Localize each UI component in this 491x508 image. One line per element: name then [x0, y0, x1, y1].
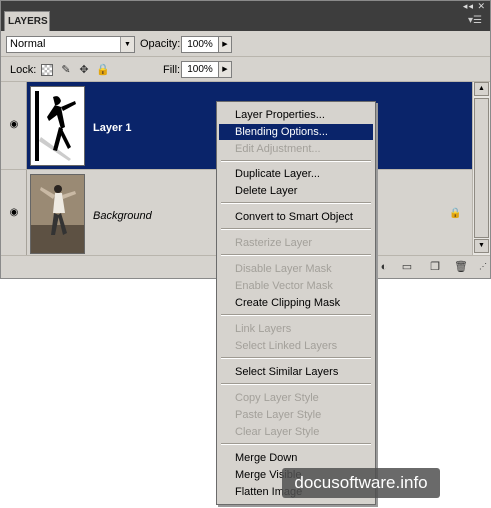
menu-item-paste-layer-style: Paste Layer Style — [235, 409, 322, 421]
blend-mode-value: Normal — [10, 38, 46, 50]
panel-tab-bar: LAYERS ◂◂ ✕ ▾☰ — [1, 1, 490, 31]
opacity-input[interactable]: 100% — [181, 36, 219, 53]
menu-item-layer-properties[interactable]: Layer Properties... — [219, 107, 373, 123]
lock-label: Lock: — [10, 64, 37, 76]
layers-scrollbar[interactable]: ▲ ▼ — [472, 82, 490, 255]
visibility-toggle[interactable]: ◉ — [1, 170, 27, 256]
scroll-thumb[interactable] — [474, 98, 489, 238]
fill-input[interactable]: 100% — [181, 61, 219, 78]
new-group-icon[interactable]: ▭ — [400, 261, 414, 273]
opacity-slider-arrow-icon[interactable]: ▶ — [218, 36, 232, 53]
fill-slider-arrow-icon[interactable]: ▶ — [218, 61, 232, 78]
menu-separator — [221, 357, 371, 359]
menu-separator — [221, 314, 371, 316]
lock-fill-row: Lock: ✎ ✥ 🔒 Fill: 100% ▶ — [1, 58, 490, 82]
layer-thumbnail — [30, 86, 85, 166]
menu-separator — [221, 160, 371, 162]
menu-item-rasterize-layer: Rasterize Layer — [235, 237, 313, 249]
menu-separator — [221, 228, 371, 230]
menu-item-select-similar-layers[interactable]: Select Similar Layers — [219, 364, 373, 380]
resize-grip-icon[interactable]: ⋰ — [476, 261, 490, 273]
menu-item-enable-vector-mask: Enable Vector Mask — [235, 280, 333, 292]
menu-item-convert-smart-object[interactable]: Convert to Smart Object — [219, 209, 373, 225]
menu-item-clear-layer-style: Clear Layer Style — [235, 426, 320, 438]
watermark: docusoftware.info — [282, 468, 440, 498]
menu-separator — [221, 383, 371, 385]
menu-separator — [221, 202, 371, 204]
menu-separator — [221, 443, 371, 445]
menu-separator — [221, 254, 371, 256]
menu-item-delete-layer[interactable]: Delete Layer — [219, 183, 373, 199]
dancer-photo-image — [31, 175, 84, 253]
menu-item-copy-layer-style: Copy Layer Style — [235, 392, 319, 404]
dropdown-arrow-icon[interactable]: ▼ — [120, 37, 134, 52]
menu-item-blending-options[interactable]: Blending Options... — [219, 124, 373, 140]
layer-name[interactable]: Background — [93, 209, 152, 223]
scroll-down-icon[interactable]: ▼ — [474, 239, 489, 253]
menu-item-merge-down[interactable]: Merge Down — [219, 450, 373, 466]
scroll-up-icon[interactable]: ▲ — [474, 82, 489, 96]
layer-context-menu: Layer Properties... Blending Options... … — [216, 101, 376, 505]
layer-thumbnail — [30, 174, 85, 254]
new-layer-icon[interactable]: ❐ — [428, 261, 442, 273]
adjustment-layer-icon[interactable]: ◐ — [377, 261, 391, 273]
menu-item-duplicate-layer[interactable]: Duplicate Layer... — [219, 166, 373, 182]
lock-position-icon[interactable]: ✥ — [78, 64, 90, 76]
panel-menu-icon[interactable]: ▾☰ — [464, 14, 486, 28]
lock-transparent-icon[interactable] — [41, 64, 53, 76]
lock-image-icon[interactable]: ✎ — [60, 64, 72, 76]
tab-layers[interactable]: LAYERS — [4, 11, 50, 31]
trash-icon[interactable]: 🗑 — [454, 261, 468, 273]
lock-badge-icon: 🔒 — [449, 208, 462, 219]
layer-name[interactable]: Layer 1 — [93, 121, 132, 135]
menu-item-create-clipping-mask[interactable]: Create Clipping Mask — [219, 295, 373, 311]
menu-item-link-layers: Link Layers — [235, 323, 292, 335]
dancer-silhouette-image — [31, 87, 84, 165]
fill-label: Fill: — [163, 64, 181, 76]
eye-icon[interactable]: ◉ — [7, 120, 21, 130]
blend-options-row: Normal ▼ Opacity: 100% ▶ — [1, 31, 490, 57]
opacity-label: Opacity: — [140, 38, 181, 50]
blend-mode-select[interactable]: Normal ▼ — [6, 36, 135, 53]
menu-item-select-linked-layers: Select Linked Layers — [235, 340, 338, 352]
visibility-toggle[interactable]: ◉ — [1, 82, 27, 169]
lock-all-icon[interactable]: 🔒 — [96, 64, 110, 76]
panel-close-icon[interactable]: ◂◂ ✕ — [458, 1, 490, 11]
menu-item-disable-layer-mask: Disable Layer Mask — [235, 263, 332, 275]
menu-item-edit-adjustment: Edit Adjustment... — [235, 143, 321, 155]
eye-icon[interactable]: ◉ — [7, 208, 21, 218]
